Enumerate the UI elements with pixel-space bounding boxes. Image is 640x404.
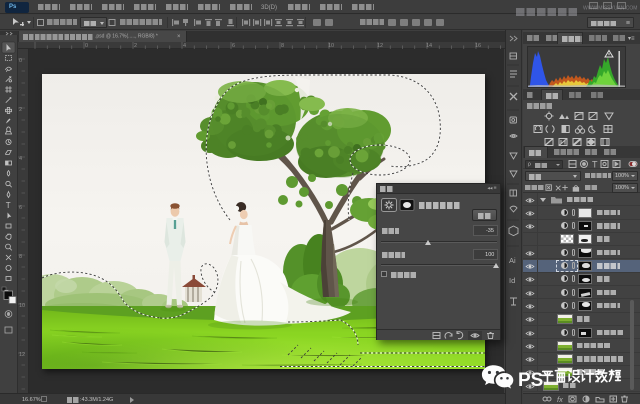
svg-text:6: 6 [19,205,22,211]
svg-text:12: 12 [19,352,25,358]
svg-text:8: 8 [19,254,22,260]
svg-text:4: 4 [19,156,22,162]
svg-text:T: T [592,160,598,170]
svg-text:T: T [6,201,11,210]
svg-text:0: 0 [19,58,22,64]
svg-text:2: 2 [19,107,22,113]
svg-text:Id: Id [509,276,515,285]
svg-text:fx: fx [557,395,563,403]
svg-text:PS: PS [518,370,543,391]
svg-text:10: 10 [19,303,25,309]
svg-text:Ai: Ai [509,256,516,265]
